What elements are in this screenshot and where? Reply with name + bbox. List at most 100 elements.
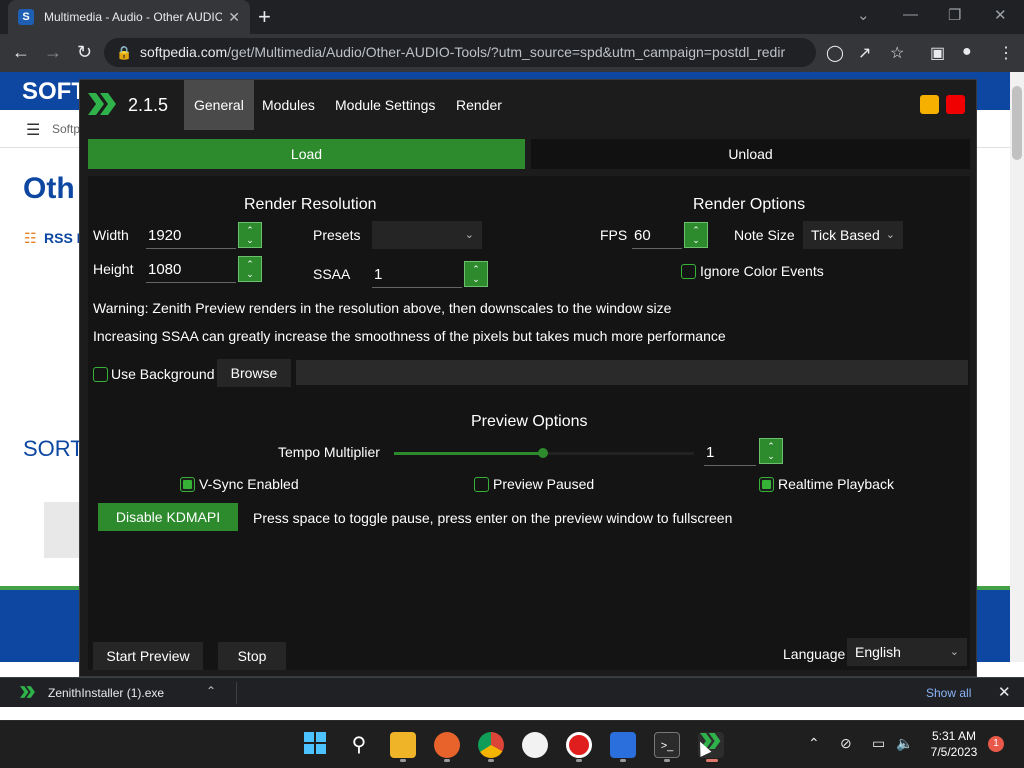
terminal-icon[interactable]: >_: [654, 732, 680, 758]
share-icon[interactable]: ↗: [858, 43, 871, 63]
lock-icon: 🔒: [116, 45, 133, 60]
start-preview-button[interactable]: Start Preview: [93, 642, 203, 670]
browse-button[interactable]: Browse: [217, 359, 291, 387]
recorder-icon[interactable]: [566, 732, 592, 758]
new-tab-button[interactable]: +: [258, 4, 271, 30]
tab-render[interactable]: Render: [446, 80, 512, 130]
height-spinner[interactable]: ⌃ ⌄: [238, 256, 262, 282]
page-scrollbar[interactable]: [1010, 72, 1024, 662]
subnav-label[interactable]: Softp: [52, 122, 80, 136]
window-restore-button[interactable]: ❐: [948, 6, 961, 24]
browser-tab[interactable]: S Multimedia - Audio - Other AUDIO ✕: [8, 0, 250, 34]
bookmark-star-icon[interactable]: ☆: [890, 43, 904, 63]
chevron-down-icon[interactable]: ⌄: [246, 269, 254, 279]
page-heading: Oth: [23, 172, 75, 205]
load-button[interactable]: Load: [88, 139, 525, 169]
download-filename[interactable]: ZenithInstaller (1).exe: [48, 686, 164, 700]
width-spinner[interactable]: ⌃ ⌄: [238, 222, 262, 248]
chevron-up-icon[interactable]: ⌃: [206, 684, 216, 698]
unload-button[interactable]: Unload: [531, 139, 970, 169]
ssaa-input[interactable]: 1: [372, 262, 462, 288]
window-close-button[interactable]: ✕: [994, 6, 1007, 24]
clock-date: 7/5/2023: [930, 745, 978, 759]
ssaa-warning: Increasing SSAA can greatly increase the…: [93, 328, 726, 344]
taskbar-clock[interactable]: 5:31 AM 7/5/2023: [920, 728, 988, 760]
chrome-icon[interactable]: [478, 732, 504, 758]
forward-arrow-icon[interactable]: →: [44, 42, 62, 63]
vsync-checkbox[interactable]: [180, 477, 195, 492]
stop-button[interactable]: Stop: [218, 642, 286, 670]
tempo-slider-thumb[interactable]: [538, 448, 548, 458]
use-background-checkbox[interactable]: [93, 367, 108, 382]
chevron-down-icon[interactable]: ⌄: [692, 235, 700, 245]
brave-icon[interactable]: [522, 732, 548, 758]
search-icon[interactable]: ⚲: [346, 732, 372, 758]
tempo-input[interactable]: 1: [704, 440, 756, 466]
note-size-value: Tick Based: [811, 227, 880, 243]
app-minimize-button[interactable]: [920, 95, 939, 114]
note-size-dropdown[interactable]: Tick Based ⌄: [803, 221, 903, 249]
fps-input[interactable]: 60: [632, 223, 682, 249]
realtime-playback-checkbox[interactable]: [759, 477, 774, 492]
network-off-icon[interactable]: ⊘: [840, 735, 852, 752]
language-dropdown[interactable]: English ⌄: [847, 638, 967, 666]
display-icon[interactable]: ▭: [872, 735, 885, 752]
disable-kdmapi-button[interactable]: Disable KDMAPI: [98, 503, 238, 531]
width-label: Width: [93, 227, 129, 243]
chevron-up-icon[interactable]: ⌃: [246, 225, 254, 235]
ssaa-spinner[interactable]: ⌃ ⌄: [464, 261, 488, 287]
tab-module-settings[interactable]: Module Settings: [325, 80, 445, 130]
ignore-color-events-checkbox[interactable]: [681, 264, 696, 279]
chevron-down-icon[interactable]: ⌄: [767, 451, 775, 461]
close-icon[interactable]: ✕: [998, 683, 1011, 701]
tab-search-icon[interactable]: ⌄: [857, 6, 870, 24]
video-editor-icon[interactable]: [610, 732, 636, 758]
rss-icon[interactable]: ☷: [24, 230, 37, 247]
volume-icon[interactable]: 🔈: [896, 735, 913, 752]
app-title-bar[interactable]: 2.1.5 General Modules Module Settings Re…: [80, 80, 976, 130]
page-scrollbar-thumb[interactable]: [1012, 86, 1022, 160]
chevron-up-icon[interactable]: ⌃: [472, 264, 480, 274]
background-path-input[interactable]: [296, 360, 968, 385]
height-input[interactable]: 1080: [146, 257, 236, 283]
presets-dropdown[interactable]: ⌄: [372, 221, 482, 249]
tempo-slider-track-filled[interactable]: [394, 452, 542, 455]
chevron-down-icon[interactable]: ⌄: [472, 274, 480, 284]
tray-overflow-chevron-icon[interactable]: ⌃: [808, 735, 820, 752]
site-logo[interactable]: SOFT: [22, 78, 86, 106]
app-close-button[interactable]: [946, 95, 965, 114]
note-size-label: Note Size: [734, 227, 795, 243]
preview-paused-checkbox[interactable]: [474, 477, 489, 492]
hamburger-menu-icon[interactable]: ☰: [26, 120, 40, 140]
side-panel-icon[interactable]: ▣: [930, 43, 945, 63]
profile-avatar-icon[interactable]: ●: [962, 43, 972, 61]
zenith-running-indicator: [706, 759, 718, 762]
windows-taskbar: [0, 720, 1024, 768]
tab-general[interactable]: General: [184, 80, 254, 130]
window-minimize-button[interactable]: —: [903, 6, 918, 23]
chevron-up-icon[interactable]: ⌃: [692, 225, 700, 235]
chevron-up-icon[interactable]: ⌃: [246, 259, 254, 269]
tempo-slider-track[interactable]: [542, 452, 694, 455]
tempo-spinner[interactable]: ⌃ ⌄: [759, 438, 783, 464]
tab-modules[interactable]: Modules: [252, 80, 325, 130]
fps-spinner[interactable]: ⌃ ⌄: [684, 222, 708, 248]
softpedia-favicon-icon: S: [18, 9, 34, 25]
chevron-down-icon[interactable]: ⌄: [246, 235, 254, 245]
windows-start-icon[interactable]: [302, 732, 328, 758]
back-arrow-icon[interactable]: ←: [12, 42, 30, 63]
ignore-color-events-label: Ignore Color Events: [700, 263, 824, 279]
reload-icon[interactable]: ↻: [77, 42, 92, 63]
google-lens-icon[interactable]: ◯: [826, 43, 844, 63]
notification-badge[interactable]: 1: [988, 736, 1004, 752]
show-all-link[interactable]: Show all: [926, 686, 971, 700]
chrome-menu-icon[interactable]: ⋮: [998, 43, 1014, 63]
firefox-icon[interactable]: [434, 732, 460, 758]
width-input[interactable]: 1920: [146, 223, 236, 249]
address-bar[interactable]: 🔒 softpedia.com/get/Multimedia/Audio/Oth…: [104, 38, 816, 67]
tab-close-icon[interactable]: ✕: [228, 9, 240, 26]
chevron-up-icon[interactable]: ⌃: [767, 441, 775, 451]
app-thumbnail[interactable]: [44, 502, 79, 558]
url-host: softpedia.com: [140, 44, 228, 60]
file-explorer-icon[interactable]: [390, 732, 416, 758]
